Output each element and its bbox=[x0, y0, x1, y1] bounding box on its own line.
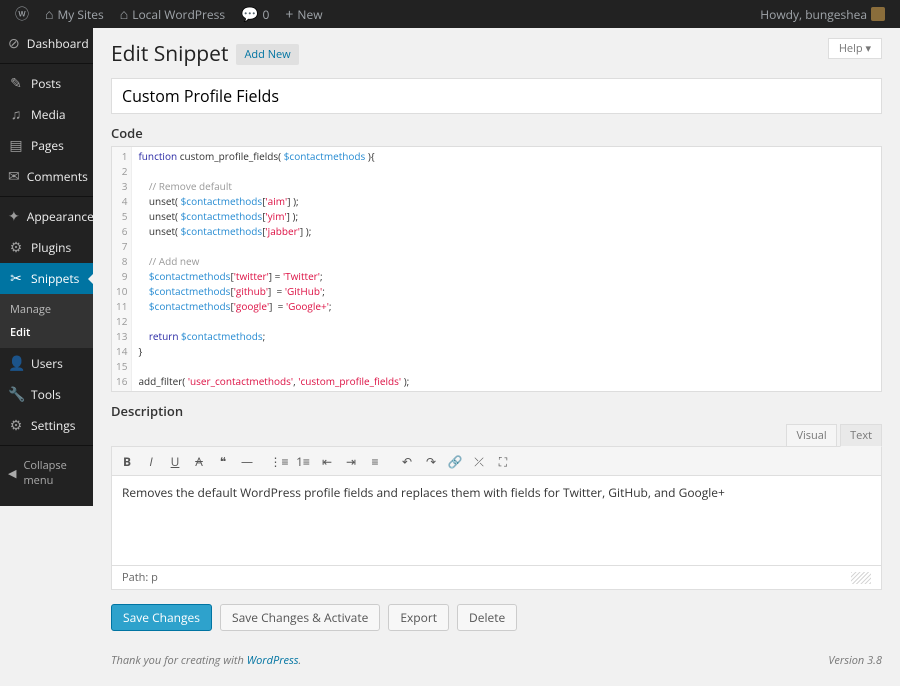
undo-button[interactable]: ↶ bbox=[396, 450, 418, 472]
collapse-icon: ◀ bbox=[8, 466, 16, 481]
submenu-edit[interactable]: Edit bbox=[0, 321, 93, 344]
menu-dashboard[interactable]: ⊘Dashboard bbox=[0, 28, 93, 59]
add-new-button[interactable]: Add New bbox=[236, 44, 298, 65]
dashboard-icon: ⊘ bbox=[8, 34, 20, 53]
comments-link[interactable]: 💬0 bbox=[234, 0, 276, 28]
pin-icon: ✎ bbox=[8, 74, 24, 93]
link-button[interactable]: 🔗 bbox=[444, 450, 466, 472]
code-label: Code bbox=[111, 124, 882, 142]
menu-users[interactable]: 👤Users bbox=[0, 348, 93, 379]
menu-pages[interactable]: ▤Pages bbox=[0, 130, 93, 161]
visual-tab[interactable]: Visual bbox=[786, 424, 836, 447]
admin-toolbar: ⓦ ⌂My Sites ⌂Local WordPress 💬0 +New How… bbox=[0, 0, 900, 28]
my-sites-link[interactable]: ⌂My Sites bbox=[38, 0, 111, 28]
ul-button[interactable]: ⋮≡ bbox=[268, 450, 290, 472]
menu-snippets[interactable]: ✂Snippets bbox=[0, 263, 93, 294]
version-label: Version 3.8 bbox=[828, 653, 882, 668]
line-numbers: 12345678910111213141516 bbox=[112, 147, 132, 391]
code-textarea[interactable]: function custom_profile_fields( $contact… bbox=[132, 147, 881, 391]
new-content-link[interactable]: +New bbox=[278, 0, 329, 28]
help-tab[interactable]: Help ▾ bbox=[828, 38, 882, 59]
media-icon: ♫ bbox=[8, 105, 24, 124]
code-editor[interactable]: 12345678910111213141516 function custom_… bbox=[111, 146, 882, 392]
indent-button[interactable]: ⇥ bbox=[340, 450, 362, 472]
plugin-icon: ⚙ bbox=[8, 238, 24, 257]
menu-settings[interactable]: ⚙Settings bbox=[0, 410, 93, 441]
delete-button[interactable]: Delete bbox=[457, 604, 517, 631]
unlink-button[interactable]: ⤫ bbox=[468, 450, 490, 472]
admin-sidebar: ⊘Dashboard ✎Posts ♫Media ▤Pages ✉Comment… bbox=[0, 28, 93, 506]
submenu-manage[interactable]: Manage bbox=[0, 298, 93, 321]
menu-posts[interactable]: ✎Posts bbox=[0, 68, 93, 99]
page-icon: ▤ bbox=[8, 136, 24, 155]
tools-icon: 🔧 bbox=[8, 385, 24, 404]
comment-icon: ✉ bbox=[8, 167, 20, 186]
italic-button[interactable]: I bbox=[140, 450, 162, 472]
save-changes-button[interactable]: Save Changes bbox=[111, 604, 212, 631]
underline-button[interactable]: U bbox=[164, 450, 186, 472]
scissors-icon: ✂ bbox=[8, 269, 24, 288]
users-icon: 👤 bbox=[8, 354, 24, 373]
main-content: Edit Snippet Add New Help ▾ Code 1234567… bbox=[93, 28, 900, 686]
hr-button[interactable]: — bbox=[236, 450, 258, 472]
bold-button[interactable]: B bbox=[116, 450, 138, 472]
wp-logo[interactable]: ⓦ bbox=[8, 0, 36, 28]
brush-icon: ✦ bbox=[8, 207, 20, 226]
avatar bbox=[871, 7, 885, 21]
description-editor[interactable]: Removes the default WordPress profile fi… bbox=[111, 476, 882, 566]
user-account-link[interactable]: Howdy, bungeshea bbox=[753, 0, 892, 28]
footer-credit: Thank you for creating with WordPress. bbox=[111, 653, 301, 668]
wordpress-link[interactable]: WordPress bbox=[247, 653, 299, 668]
redo-button[interactable]: ↷ bbox=[420, 450, 442, 472]
menu-appearance[interactable]: ✦Appearance bbox=[0, 201, 93, 232]
editor-toolbar: B I U A ❝ — ⋮≡ 1≡ ⇤ ⇥ ≡ ↶ ↷ 🔗 ⤫ ⛶ bbox=[111, 446, 882, 476]
menu-plugins[interactable]: ⚙Plugins bbox=[0, 232, 93, 263]
collapse-menu[interactable]: ◀Collapse menu bbox=[0, 450, 93, 496]
fullscreen-button[interactable]: ⛶ bbox=[492, 450, 514, 472]
editor-path: Path: p bbox=[122, 570, 158, 585]
menu-comments[interactable]: ✉Comments bbox=[0, 161, 93, 192]
description-label: Description bbox=[111, 402, 882, 420]
snippet-title-input[interactable] bbox=[111, 78, 882, 114]
outdent-button[interactable]: ⇤ bbox=[316, 450, 338, 472]
page-title: Edit Snippet bbox=[111, 40, 228, 68]
save-activate-button[interactable]: Save Changes & Activate bbox=[220, 604, 380, 631]
align-button[interactable]: ≡ bbox=[364, 450, 386, 472]
submenu-snippets: Manage Edit bbox=[0, 294, 93, 348]
strike-button[interactable]: A bbox=[188, 450, 210, 472]
text-tab[interactable]: Text bbox=[840, 424, 882, 447]
quote-button[interactable]: ❝ bbox=[212, 450, 234, 472]
resize-handle[interactable] bbox=[851, 572, 871, 584]
menu-media[interactable]: ♫Media bbox=[0, 99, 93, 130]
menu-tools[interactable]: 🔧Tools bbox=[0, 379, 93, 410]
export-button[interactable]: Export bbox=[388, 604, 449, 631]
ol-button[interactable]: 1≡ bbox=[292, 450, 314, 472]
settings-icon: ⚙ bbox=[8, 416, 24, 435]
site-name-link[interactable]: ⌂Local WordPress bbox=[113, 0, 232, 28]
